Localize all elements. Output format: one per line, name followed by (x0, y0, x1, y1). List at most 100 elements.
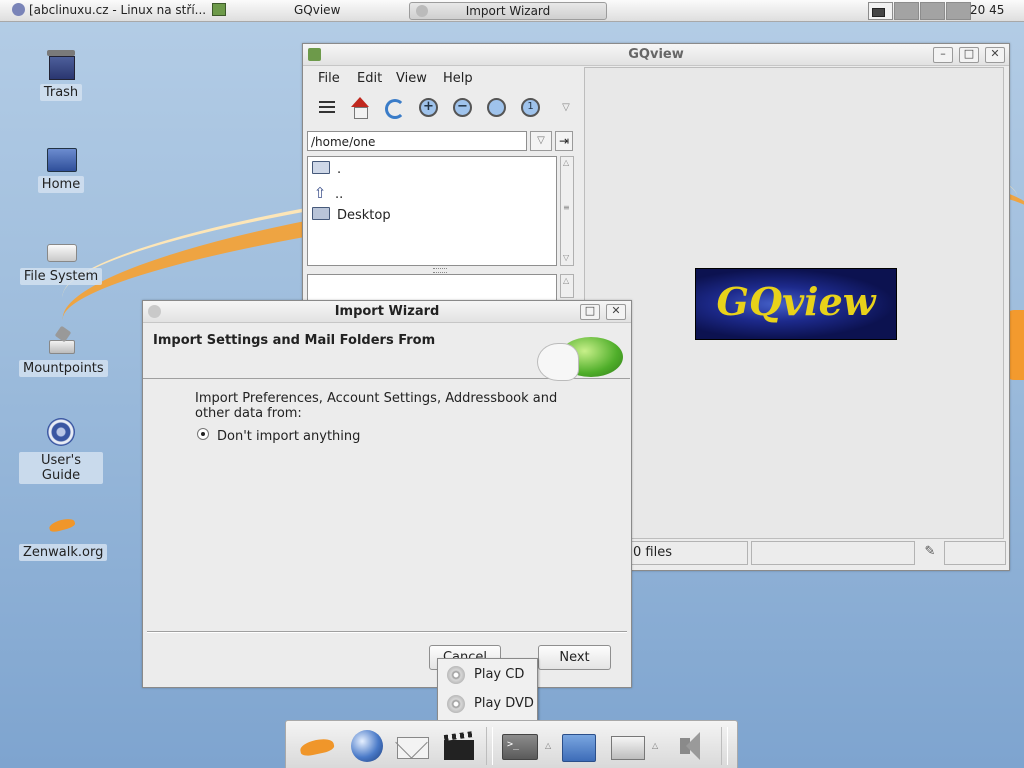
workspace-1[interactable] (868, 2, 893, 20)
media-player-clapper-icon[interactable] (442, 728, 478, 764)
folder-icon (312, 207, 330, 220)
desktop-icon-filesystem[interactable]: File System (19, 234, 103, 285)
mountpoints-icon (45, 325, 77, 356)
clock[interactable]: 20 45 (970, 3, 1004, 17)
pencil-icon[interactable]: ✎ (919, 541, 941, 565)
zoom-in-icon[interactable]: + (417, 96, 441, 120)
workspace-pager (868, 2, 972, 20)
wizard-description: Import Preferences, Account Settings, Ad… (195, 391, 558, 421)
terminal-icon[interactable]: >_ (501, 728, 538, 764)
gqview-logo-text: GQview (716, 279, 876, 324)
wizard-titlebar[interactable]: Import Wizard □ ✕ (143, 301, 631, 323)
refresh-icon[interactable] (382, 96, 406, 120)
home-icon[interactable] (348, 96, 372, 120)
dir-item-label: . (337, 162, 342, 177)
control-panel-expand-arrow-icon[interactable]: △ (652, 741, 658, 750)
desktop-icon-users-guide[interactable]: User's Guide (19, 418, 103, 484)
task-browser[interactable]: [abclinuxu.cz - Linux na stří... (12, 2, 227, 18)
maximize-button[interactable]: □ (580, 304, 600, 320)
directory-scrollbar[interactable]: △ ≡ ▽ (560, 156, 574, 266)
radio-dont-import-label[interactable]: Don't import anything (217, 429, 360, 444)
maximize-button[interactable]: □ (959, 47, 979, 63)
zenwalk-menu-icon[interactable] (298, 728, 336, 764)
dir-item-label: .. (335, 187, 344, 202)
desktop-icon-label: Trash (39, 84, 83, 101)
menu-item-play-cd[interactable]: Play CD (438, 661, 537, 689)
browser-icon (12, 3, 25, 16)
file-list-scrollbar[interactable]: △ (560, 274, 574, 298)
workspace-4[interactable] (946, 2, 971, 20)
path-input[interactable]: /home/one (307, 131, 527, 151)
open-folder-icon (312, 161, 330, 174)
dir-item-current[interactable]: . (312, 160, 341, 180)
media-popup-menu: Play CD Play DVD (437, 658, 538, 722)
bottom-panel: >_ △ △ (285, 720, 738, 768)
up-arrow-icon: ⇧ (313, 184, 327, 202)
close-button[interactable]: ✕ (606, 304, 626, 320)
control-panel-icon[interactable] (609, 728, 645, 764)
desktop-icon-label: Mountpoints (19, 360, 108, 377)
close-button[interactable]: ✕ (985, 47, 1005, 63)
wizard-app-icon (148, 305, 161, 318)
status-zoom (944, 541, 1006, 565)
radio-dont-import[interactable] (197, 428, 209, 440)
menu-item-play-dvd[interactable]: Play DVD (438, 690, 537, 718)
desktop-icon-label: User's Guide (19, 452, 103, 484)
gqview-titlebar[interactable]: GQview – □ ✕ (303, 44, 1009, 66)
panel-separator (721, 727, 728, 765)
lifebuoy-icon (45, 418, 77, 448)
hard-drive-icon (45, 234, 77, 264)
toolbar-more-chevron-icon[interactable]: ▽ (554, 96, 578, 120)
desktop-icon-label: Home (37, 176, 85, 193)
zoom-original-icon[interactable]: 1 (519, 96, 543, 120)
minimize-button[interactable]: – (933, 47, 953, 63)
zoom-out-icon[interactable]: − (451, 96, 475, 120)
dvd-icon (447, 695, 465, 713)
menu-view[interactable]: View (396, 71, 427, 86)
task-gqview-label: GQview (294, 3, 341, 17)
menu-item-label: Play CD (474, 667, 525, 682)
menu-help[interactable]: Help (443, 71, 473, 86)
workspace-2[interactable] (894, 2, 919, 20)
task-import-wizard[interactable]: Import Wizard (409, 2, 607, 20)
thunderbird-logo-icon (535, 331, 627, 381)
go-arrow-icon[interactable]: ⇥ (555, 131, 573, 151)
desktop-icon-trash[interactable]: Trash (19, 50, 103, 101)
menu-edit[interactable]: Edit (357, 71, 382, 86)
wizard-heading: Import Settings and Mail Folders From (153, 333, 436, 348)
web-browser-globe-icon[interactable] (349, 728, 385, 764)
dir-item-label: Desktop (337, 208, 391, 223)
wizard-title: Import Wizard (334, 304, 440, 319)
workspace-3[interactable] (920, 2, 945, 20)
import-wizard-window: Import Wizard □ ✕ Import Settings and Ma… (142, 300, 632, 688)
desktop-icon-label: Zenwalk.org (19, 544, 108, 561)
pane-resize-handle[interactable] (433, 268, 447, 273)
thumbnails-toggle-icon[interactable] (315, 96, 339, 120)
status-info (751, 541, 915, 565)
desktop-icon-zenwalk[interactable]: Zenwalk.org (19, 510, 108, 561)
mail-envelope-icon[interactable] (395, 726, 431, 764)
image-viewer[interactable]: GQview (584, 67, 1004, 539)
status-file-count: 0 files (626, 541, 748, 565)
desktop-icon-label: File System (19, 268, 103, 285)
dir-item-parent[interactable]: ⇧.. (312, 183, 344, 203)
cd-icon (447, 666, 465, 684)
task-gqview[interactable]: GQview (294, 2, 374, 18)
dir-item-desktop[interactable]: Desktop (312, 206, 391, 226)
dolphin-icon (45, 510, 77, 540)
desktop-icon-home[interactable]: Home (19, 142, 103, 193)
zoom-fit-icon[interactable] (485, 96, 509, 120)
menu-file[interactable]: File (318, 71, 340, 86)
task-browser-label: [abclinuxu.cz - Linux na stří... (29, 3, 207, 17)
desktop-icon-mountpoints[interactable]: Mountpoints (19, 325, 108, 377)
path-history-dropdown-icon[interactable]: ▽ (530, 131, 552, 151)
next-button[interactable]: Next (538, 645, 611, 670)
gqview-logo: GQview (695, 268, 897, 340)
gqview-app-icon (308, 48, 321, 61)
directory-list: . ⇧.. Desktop (307, 156, 557, 266)
menu-item-label: Play DVD (474, 696, 534, 711)
terminal-expand-arrow-icon[interactable]: △ (545, 741, 551, 750)
wizard-header: Import Settings and Mail Folders From (143, 323, 630, 381)
volume-speaker-icon[interactable] (676, 728, 712, 764)
file-manager-folder-icon[interactable] (560, 728, 596, 764)
